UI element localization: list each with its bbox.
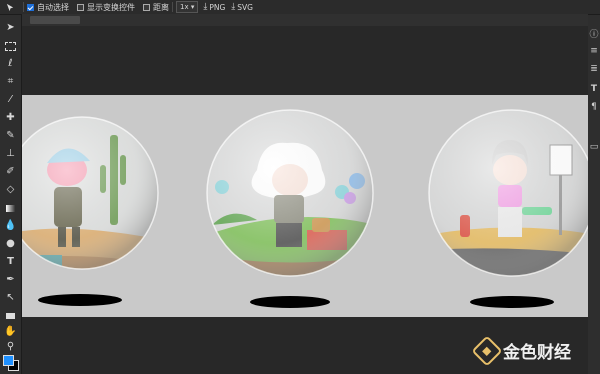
auto-select-checkbox[interactable]: 自动选择 [27,0,69,14]
checkbox-unchecked-icon [77,3,84,11]
stamp-tool[interactable]: ⊥ [3,147,18,161]
auto-select-label: 自动选择 [37,2,69,12]
image-icon: ▭ [589,142,599,152]
gradient-tool[interactable] [3,201,18,215]
shape-icon [6,313,15,319]
history-brush-icon: ✐ [6,166,15,177]
export-png-button[interactable]: ⤓ PNG [203,0,225,14]
paragraph-mark-button[interactable]: ¶ [589,101,599,113]
layers-panel-button[interactable]: ≡ [589,45,599,57]
picnic-globe [206,109,374,308]
crop-tool[interactable]: ⌗ [3,75,18,89]
info-icon: ⓘ [589,29,599,40]
street-globe [428,109,596,308]
move-icon [6,3,13,11]
marquee-icon [5,41,16,51]
type-tool[interactable]: T [3,255,18,269]
toolbar-divider [172,2,173,12]
blur-tool[interactable]: 💧 [3,219,18,233]
lasso-icon: ℓ [8,58,13,69]
watermark: ◆ 金色财经 [471,334,571,367]
zoom-icon: ⚲ [6,341,15,352]
move-tool[interactable]: ➤ [3,21,18,35]
desert-globe [5,116,159,306]
options-bar: 自动选择 显示变换控件 距离 1x ▾ ⤓ PNG ⤓ SVG [0,0,600,15]
brush-icon: ✎ [6,130,15,141]
download-icon: ⤓ [203,1,208,12]
move-icon: ➤ [6,22,15,33]
healing-icon: ✚ [6,112,15,123]
hand-tool[interactable]: ✋ [3,325,18,339]
character-icon: ¶ [591,102,597,112]
shape-tool[interactable] [3,309,18,323]
zoom-select[interactable]: 1x ▾ [176,0,199,14]
png-label: PNG [209,2,226,12]
distance-label: 距离 [153,2,169,12]
move-tool-indicator[interactable] [0,0,20,14]
blur-icon: 💧 [4,220,17,231]
image-panel-button[interactable]: ▭ [589,141,599,153]
document-tab-strip [22,14,588,26]
marquee-tool[interactable] [3,39,18,53]
distance-checkbox[interactable]: 距离 [143,0,169,14]
pen-tool[interactable]: ✒ [3,273,18,287]
show-transform-checkbox[interactable]: 显示变换控件 [77,0,135,14]
foreground-color-swatch[interactable] [3,355,14,366]
paragraph-panel-button[interactable]: ≣ [589,63,599,75]
export-svg-button[interactable]: ⤓ SVG [231,0,253,14]
canvas[interactable] [5,95,596,317]
checkbox-unchecked-icon [143,3,150,11]
info-panel-button[interactable]: ⓘ [589,27,599,40]
zoom-value: 1x [180,3,189,11]
gradient-icon [6,204,15,212]
path-select-icon: ↖ [6,292,15,303]
document-tab[interactable] [30,16,80,24]
path-select-tool[interactable]: ↖ [3,291,18,305]
history-brush-tool[interactable]: ✐ [3,165,18,179]
lasso-tool[interactable]: ℓ [3,57,18,71]
chevron-down-icon: ▾ [190,3,195,11]
brush-tool[interactable]: ✎ [3,129,18,143]
right-panel-strip: ⓘ ≡ ≣ T ¶ ▭ [587,15,600,374]
download-icon: ⤓ [231,1,236,12]
eraser-icon: ◇ [6,184,15,195]
zoom-tool[interactable]: ⚲ [3,340,18,354]
brand-logo-icon: ◆ [471,334,503,367]
healing-tool[interactable]: ✚ [3,111,18,125]
eyedropper-icon: ⁄ [9,94,12,105]
eyedropper-tool[interactable]: ⁄ [3,93,18,107]
dodge-tool[interactable]: ● [3,237,18,251]
layers-icon: ≡ [590,46,598,56]
eraser-tool[interactable]: ◇ [3,183,18,197]
tools-panel: ➤ ℓ ⌗ ⁄ ✚ ✎ ⊥ ✐ ◇ 💧 ● T ✒ ↖ ✋ ⚲ [0,15,22,374]
toolbar-divider [23,2,24,12]
hand-icon: ✋ [4,326,17,337]
stamp-icon: ⊥ [6,148,15,159]
pen-icon: ✒ [6,274,15,285]
crop-icon: ⌗ [7,76,14,87]
watermark-text: 金色财经 [503,343,571,363]
paragraph-icon: ≣ [590,64,598,74]
type-icon: T [7,256,14,267]
checkbox-checked-icon [27,3,34,11]
type-icon: T [590,84,598,94]
svg-label: SVG [237,2,253,12]
artwork [5,109,596,308]
show-transform-label: 显示变换控件 [87,2,135,12]
dodge-icon: ● [6,238,15,249]
character-panel-button[interactable]: T [589,83,599,95]
